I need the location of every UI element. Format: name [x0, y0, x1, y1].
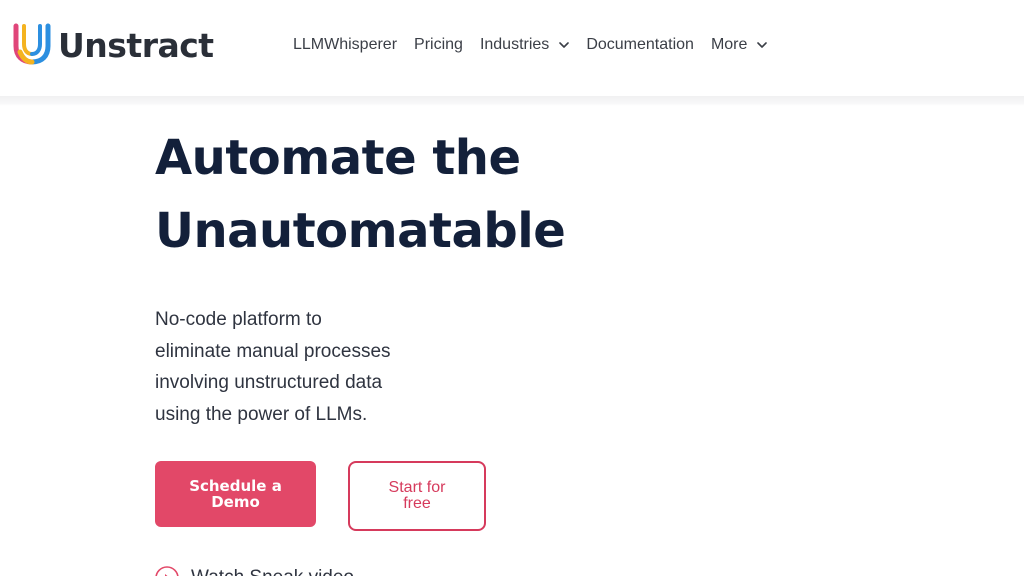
nav-item-label: More	[710, 36, 748, 53]
hero-subtitle-line: using the power of LLMs.	[155, 403, 368, 425]
brand-name: Unstract	[58, 25, 214, 65]
nav-item-label: Industries	[479, 36, 550, 53]
hero-title-line-2: Unautomatable	[155, 203, 566, 259]
hero-title-line-1: Automate the	[155, 130, 521, 186]
nav-item-more[interactable]: More	[710, 36, 768, 54]
nav-item-label: Pricing	[414, 36, 463, 53]
nav-item-label: Documentation	[586, 36, 694, 53]
hero-title: Automate the Unautomatable	[155, 122, 655, 268]
schedule-demo-label: Schedule a Demo	[189, 477, 282, 511]
logo[interactable]: Unstract	[10, 22, 214, 68]
watch-video-link[interactable]: Watch Sneak video	[155, 566, 354, 576]
start-free-button[interactable]: Start for free	[348, 461, 486, 531]
nav-item-pricing[interactable]: Pricing	[414, 36, 463, 54]
watch-video-label: Watch Sneak video	[191, 567, 354, 576]
play-circle-icon	[155, 566, 179, 576]
hero-subtitle-line: No-code platform to	[155, 309, 322, 330]
header-divider	[0, 96, 1024, 106]
nav-item-documentation[interactable]: Documentation	[586, 36, 694, 54]
nav-item-industries[interactable]: Industries	[479, 36, 570, 54]
nav-item-llmwhisperer[interactable]: LLMWhisperer	[293, 36, 397, 54]
main-nav: LLMWhisperer Pricing Industries Document…	[293, 33, 768, 57]
schedule-demo-button[interactable]: Schedule a Demo	[155, 461, 316, 527]
start-free-label: Start for free	[388, 479, 446, 512]
nav-item-label: LLMWhisperer	[293, 36, 398, 53]
unstract-logo-icon	[13, 23, 51, 65]
hero-subtitle-line: eliminate manual processes	[155, 340, 391, 362]
hero-subtitle-line: involving unstructured data	[155, 372, 383, 393]
hero-subtitle: No-code platform to eliminate manual pro…	[155, 304, 435, 430]
chevron-down-icon	[757, 42, 768, 48]
chevron-down-icon	[559, 42, 570, 48]
site-header: Unstract LLMWhisperer Pricing Industries…	[0, 0, 1024, 96]
